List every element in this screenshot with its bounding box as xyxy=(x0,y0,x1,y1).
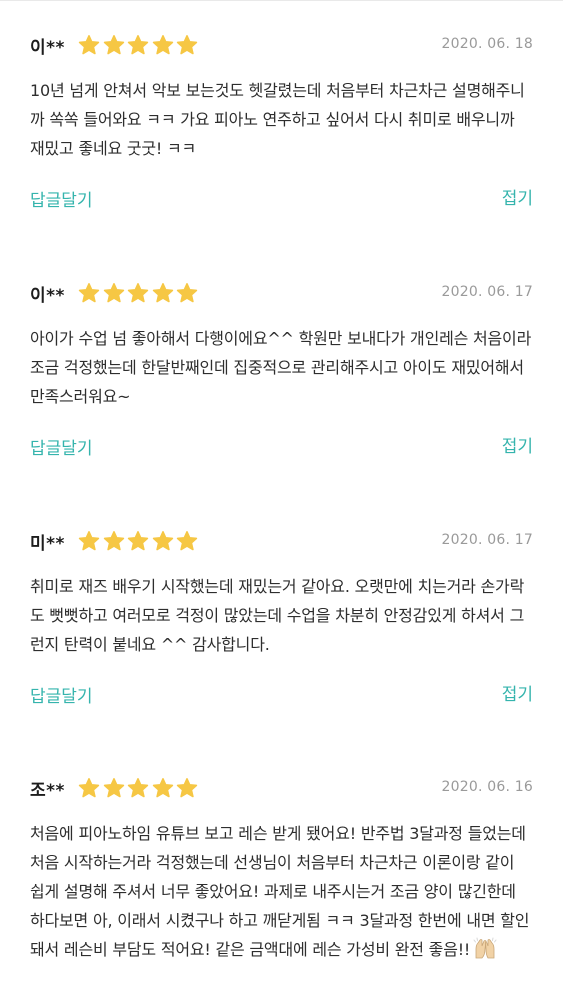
star-icon xyxy=(127,282,149,304)
star-rating xyxy=(78,777,201,801)
review-date: 2020. 06. 16 xyxy=(441,779,533,795)
star-icon xyxy=(152,34,174,56)
star-icon xyxy=(176,282,198,304)
star-rating xyxy=(78,282,201,306)
review-item: 조** 2020. 06. 16 처음에 피아노하임 유튜브 보고 레슨 받게 … xyxy=(0,775,563,1000)
review-item: 이** 2020. 06. 17 아이가 수업 넘 좋아해서 다행이에요^^ 학… xyxy=(0,280,563,480)
star-icon xyxy=(78,530,100,552)
reply-button[interactable]: 답글달기 xyxy=(30,186,93,211)
review-date: 2020. 06. 17 xyxy=(441,532,533,548)
star-icon xyxy=(176,777,198,799)
review-text: 취미로 재즈 배우기 시작했는데 재밌는거 같아요. 오랫만에 치는거라 손가락… xyxy=(30,577,525,654)
fold-button[interactable]: 접기 xyxy=(502,432,533,457)
review-text: 10년 넘게 안쳐서 악보 보는것도 헷갈렸는데 처음부터 차근차근 설명해주니… xyxy=(30,81,525,158)
review-date: 2020. 06. 18 xyxy=(441,36,533,52)
star-icon xyxy=(127,530,149,552)
review-author: 미** xyxy=(30,534,65,554)
review-header: 이** 2020. 06. 18 xyxy=(30,32,533,60)
star-icon xyxy=(127,34,149,56)
review-text-container: 처음에 피아노하임 유튜브 보고 레슨 받게 됐어요! 반주법 3달과정 들었는… xyxy=(30,819,533,964)
review-header: 이** 2020. 06. 17 xyxy=(30,280,533,308)
review-author: 이** xyxy=(30,286,65,306)
review-header: 미** 2020. 06. 17 xyxy=(30,528,533,556)
fold-button[interactable]: 접기 xyxy=(502,680,533,705)
star-icon xyxy=(103,34,125,56)
review-author: 조** xyxy=(30,781,65,801)
star-icon xyxy=(152,530,174,552)
star-icon xyxy=(103,530,125,552)
star-icon xyxy=(176,530,198,552)
fold-button[interactable]: 접기 xyxy=(502,184,533,209)
raising-hands-icon xyxy=(472,937,498,959)
review-item: 미** 2020. 06. 17 취미로 재즈 배우기 시작했는데 재밌는거 같… xyxy=(0,528,563,728)
star-icon xyxy=(176,34,198,56)
star-icon xyxy=(78,282,100,304)
review-author: 이** xyxy=(30,38,65,58)
review-header: 조** 2020. 06. 16 xyxy=(30,775,533,803)
star-icon xyxy=(127,777,149,799)
review-text: 처음에 피아노하임 유튜브 보고 레슨 받게 됐어요! 반주법 3달과정 들었는… xyxy=(30,824,530,959)
review-date: 2020. 06. 17 xyxy=(441,284,533,300)
star-icon xyxy=(78,777,100,799)
star-rating xyxy=(78,34,201,58)
review-text: 아이가 수업 넘 좋아해서 다행이에요^^ 학원만 보내다가 개인레슨 처음이라… xyxy=(30,329,532,406)
review-item: 이** 2020. 06. 18 10년 넘게 안쳐서 악보 보는것도 헷갈렸는… xyxy=(0,32,563,232)
star-rating xyxy=(78,530,201,554)
star-icon xyxy=(103,777,125,799)
top-divider xyxy=(0,0,563,1)
star-icon xyxy=(78,34,100,56)
star-icon xyxy=(152,777,174,799)
reply-button[interactable]: 답글달기 xyxy=(30,434,93,459)
reply-button[interactable]: 답글달기 xyxy=(30,682,93,707)
star-icon xyxy=(152,282,174,304)
star-icon xyxy=(103,282,125,304)
